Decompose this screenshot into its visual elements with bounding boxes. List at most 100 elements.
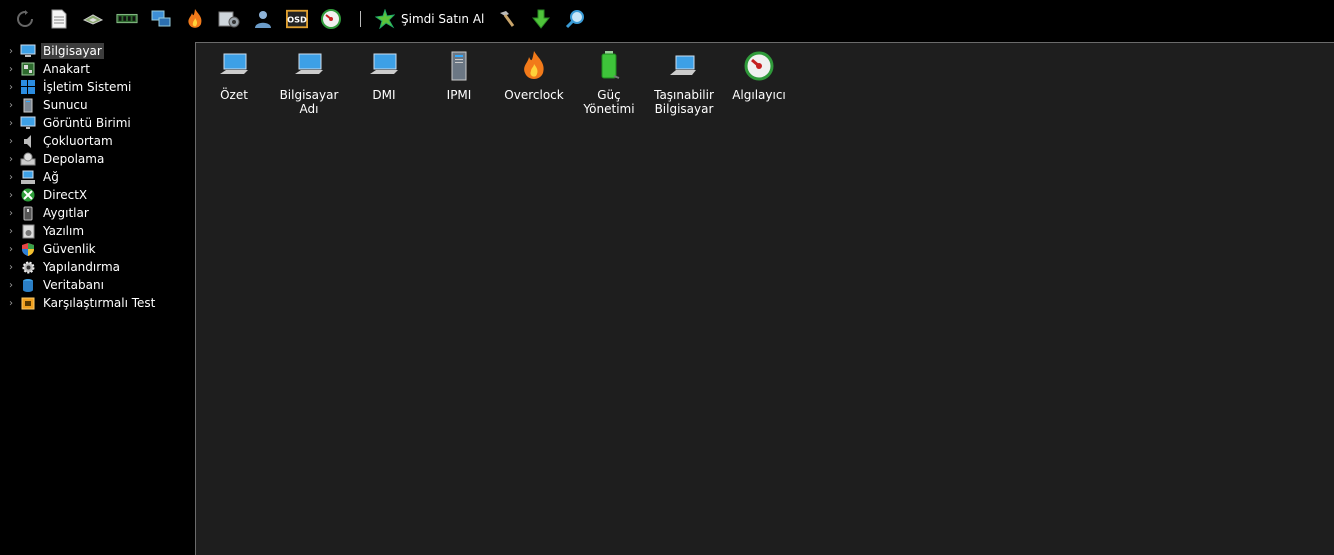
gauge-icon	[742, 49, 776, 83]
grid-item-label: DMI	[372, 88, 396, 102]
windows-icon	[20, 79, 36, 95]
grid-item-bilgisayar-adi[interactable]: Bilgisayar Adı	[271, 49, 347, 116]
chevron-right-icon[interactable]: ›	[6, 298, 16, 309]
cpu-icon[interactable]	[82, 8, 104, 30]
tree-item-sunucu[interactable]: › Sunucu	[0, 96, 195, 114]
chevron-right-icon[interactable]: ›	[6, 136, 16, 147]
tree-item-label: Bilgisayar	[41, 43, 104, 59]
chevron-right-icon[interactable]: ›	[6, 118, 16, 129]
tree-item-label: İşletim Sistemi	[43, 80, 132, 94]
network-icon[interactable]	[150, 8, 172, 30]
star-burst-icon	[375, 9, 395, 29]
grid-item-label: IPMI	[446, 88, 472, 102]
battery-icon	[592, 49, 626, 83]
grid-item-guc-yonetimi[interactable]: Güç Yönetimi	[571, 49, 647, 116]
server-icon	[20, 97, 36, 113]
tree-item-bilgisayar[interactable]: › Bilgisayar	[0, 42, 195, 60]
tree-item-label: Sunucu	[43, 98, 88, 112]
chevron-right-icon[interactable]: ›	[6, 64, 16, 75]
chevron-right-icon[interactable]: ›	[6, 244, 16, 255]
gear-icon	[20, 259, 36, 275]
chevron-right-icon[interactable]: ›	[6, 46, 16, 57]
tree-item-cokluortam[interactable]: › Çokluortam	[0, 132, 195, 150]
computer-icon	[367, 49, 401, 83]
storage-icon	[20, 151, 36, 167]
speaker-icon	[20, 133, 36, 149]
user-icon[interactable]	[252, 8, 274, 30]
tree-item-ag[interactable]: › Ağ	[0, 168, 195, 186]
tree-item-karsilastirmali-test[interactable]: › Karşılaştırmalı Test	[0, 294, 195, 312]
grid-item-overclock[interactable]: Overclock	[496, 49, 572, 102]
chevron-right-icon[interactable]: ›	[6, 280, 16, 291]
grid-item-label: Algılayıcı	[732, 88, 786, 102]
computer-icon	[217, 49, 251, 83]
tree-item-label: Aygıtlar	[43, 206, 89, 220]
grid-item-tasinabilir-bilgisayar[interactable]: Taşınabilir Bilgisayar	[646, 49, 722, 116]
report-icon[interactable]	[48, 8, 70, 30]
display-icon	[20, 115, 36, 131]
grid-item-dmi[interactable]: DMI	[346, 49, 422, 102]
device-icon	[20, 205, 36, 221]
tree-item-label: Yapılandırma	[43, 260, 120, 274]
tree-item-label: Depolama	[43, 152, 105, 166]
software-icon	[20, 223, 36, 239]
tree-item-label: Ağ	[43, 170, 59, 184]
grid-item-algilayici[interactable]: Algılayıcı	[721, 49, 797, 102]
flame-icon[interactable]	[184, 8, 206, 30]
svg-text:OSD: OSD	[287, 15, 307, 25]
search-icon[interactable]	[564, 8, 586, 30]
tree-item-guvenlik[interactable]: › Güvenlik	[0, 240, 195, 258]
tree-item-directx[interactable]: › DirectX	[0, 186, 195, 204]
tree-item-label: Veritabanı	[43, 278, 104, 292]
motherboard-icon	[20, 61, 36, 77]
chevron-right-icon[interactable]: ›	[6, 100, 16, 111]
xbox-icon	[20, 187, 36, 203]
chevron-right-icon[interactable]: ›	[6, 208, 16, 219]
content-panel: Özet Bilgisayar Adı DMI IPMI Overclock G…	[195, 42, 1334, 555]
buy-now-label: Şimdi Satın Al	[401, 12, 485, 26]
toolbar: OSD Şimdi Satın Al	[0, 0, 1334, 38]
server-icon	[442, 49, 476, 83]
tree-item-goruntu-birimi[interactable]: › Görüntü Birimi	[0, 114, 195, 132]
grid-item-label: Bilgisayar Adı	[279, 88, 339, 116]
gauge-icon[interactable]	[320, 8, 342, 30]
chevron-right-icon[interactable]: ›	[6, 154, 16, 165]
refresh-icon[interactable]	[14, 8, 36, 30]
grid-item-ipmi[interactable]: IPMI	[421, 49, 497, 102]
toolbar-separator	[360, 11, 361, 27]
chevron-right-icon[interactable]: ›	[6, 172, 16, 183]
tree-item-label: Görüntü Birimi	[43, 116, 131, 130]
tree-item-isletim-sistemi[interactable]: › İşletim Sistemi	[0, 78, 195, 96]
computer-icon	[20, 43, 36, 59]
chevron-right-icon[interactable]: ›	[6, 190, 16, 201]
grid-item-label: Güç Yönetimi	[583, 88, 635, 116]
tree-item-depolama[interactable]: › Depolama	[0, 150, 195, 168]
download-icon[interactable]	[530, 8, 552, 30]
computer-icon	[292, 49, 326, 83]
chevron-right-icon[interactable]: ›	[6, 226, 16, 237]
tree-item-veritabani[interactable]: › Veritabanı	[0, 276, 195, 294]
grid-item-label: Özet	[220, 88, 248, 102]
tools-icon[interactable]	[496, 8, 518, 30]
grid-item-label: Taşınabilir Bilgisayar	[654, 88, 714, 116]
tree-item-yazilim[interactable]: › Yazılım	[0, 222, 195, 240]
tree-item-aygitlar[interactable]: › Aygıtlar	[0, 204, 195, 222]
chevron-right-icon[interactable]: ›	[6, 82, 16, 93]
osd-icon[interactable]: OSD	[286, 8, 308, 30]
tree-item-label: Karşılaştırmalı Test	[43, 296, 156, 310]
buy-now-button[interactable]: Şimdi Satın Al	[375, 9, 484, 29]
chevron-right-icon[interactable]: ›	[6, 262, 16, 273]
benchmark-icon	[20, 295, 36, 311]
flame-icon	[517, 49, 551, 83]
tree-item-label: DirectX	[43, 188, 88, 202]
tree-item-anakart[interactable]: › Anakart	[0, 60, 195, 78]
grid-item-label: Overclock	[504, 88, 564, 102]
tree-item-label: Çokluortam	[43, 134, 113, 148]
settings-icon[interactable]	[218, 8, 240, 30]
tree-item-label: Anakart	[43, 62, 90, 76]
tree-item-yapilandirma[interactable]: › Yapılandırma	[0, 258, 195, 276]
shield-icon	[20, 241, 36, 257]
network-icon	[20, 169, 36, 185]
grid-item-ozet[interactable]: Özet	[196, 49, 272, 102]
memory-icon[interactable]	[116, 8, 138, 30]
